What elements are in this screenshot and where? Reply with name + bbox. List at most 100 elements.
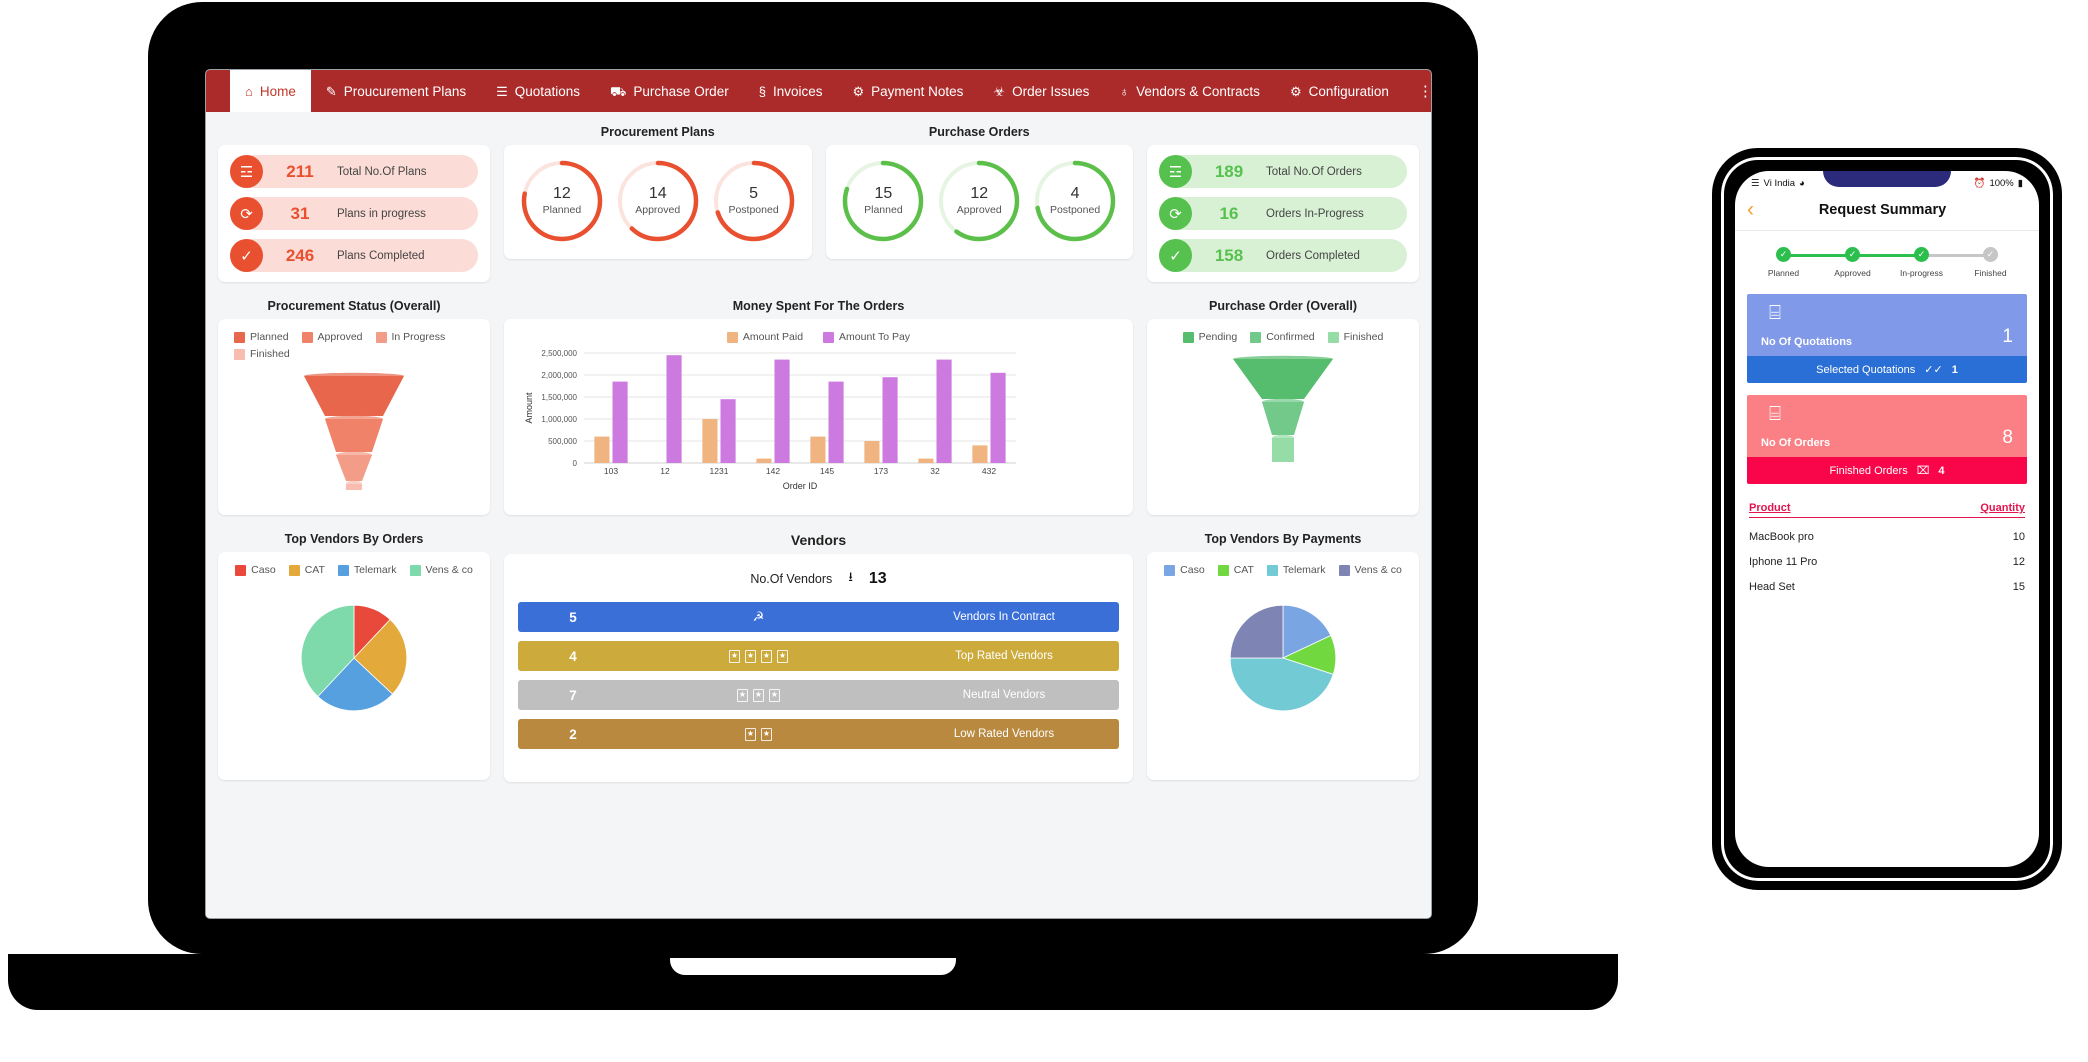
star-rating-icons: ★ ★ ★ ★ (628, 649, 889, 663)
vendor-row[interactable]: 4 ★ ★ ★ ★ Top Rated Vendors (518, 641, 1119, 671)
legend-label: CAT (1233, 564, 1254, 576)
product-row: MacBook pro 10 (1749, 518, 2025, 543)
legend-entry: In Progress (375, 331, 446, 343)
phone-screen: ☰ Vi India ◕ ⏰ 100% ▮ ‹ Request Summary … (1735, 171, 2039, 867)
vendor-row-count: 4 (569, 648, 577, 664)
order-box-icon: ⌸ (1769, 403, 1781, 425)
kpi-label: Plans in progress (337, 207, 426, 220)
down-arrow-icon: ⭳ (848, 569, 853, 584)
gear-icon: ⚙ (1289, 83, 1302, 99)
nav-item-vendors-contracts[interactable]: ♁ Vendors & Contracts (1104, 70, 1275, 112)
legend-swatch (301, 331, 313, 343)
y-axis-tick: 1,000,000 (541, 415, 577, 424)
kpi-row: ✓ 246 Plans Completed (230, 239, 478, 272)
legend-swatch (823, 331, 835, 343)
summary-card-bottom-value: 4 (1938, 464, 1945, 477)
vendor-row-label: Neutral Vendors (962, 689, 1046, 701)
money-spent-column: Money Spent For The Orders Amount Paid Am… (504, 292, 1133, 515)
phone-carrier-area: ☰ Vi India ◕ (1751, 178, 1805, 189)
legend-label: Telemark (353, 564, 397, 576)
vendors-count-label: No.Of Vendors (750, 572, 833, 586)
legend-swatch (726, 331, 738, 343)
top-vendors-payments-title: Top Vendors By Payments (1204, 532, 1362, 546)
legend-entry: Amount To Pay (823, 331, 910, 343)
legend-swatch (1217, 564, 1229, 576)
nav-item-purchase-order[interactable]: ⛟ Purchase Order (595, 70, 744, 112)
legend-entry: Telemark (337, 564, 397, 576)
kpi-row: ⟳ 16 Orders In-Progress (1159, 197, 1407, 230)
bar (774, 359, 790, 463)
nav-item-label: Quotations (514, 83, 581, 99)
vendor-row[interactable]: 2 ★ ★ Low Rated Vendors (518, 719, 1119, 749)
orders-kpi-column: ☲ 189 Total No.Of Orders ⟳ 16 Orders In-Progr… (1147, 118, 1419, 282)
vendor-row-label: Top Rated Vendors (955, 650, 1053, 662)
nav-item-label: Payment Notes (871, 83, 964, 99)
summary-card[interactable]: ⌸ No Of Orders 8 Finished Orders ⌧ 4 (1747, 395, 2027, 484)
legend-entry: Confirmed (1250, 331, 1315, 343)
orders-kpi-spacer (1147, 118, 1419, 145)
stepper-step: ✓ Finished (1956, 247, 2025, 278)
phone-page-title: Request Summary (1818, 201, 1947, 218)
bar (702, 419, 718, 463)
legend-label: Vens & co (1354, 564, 1402, 576)
vendors-count-value: 13 (868, 570, 887, 587)
procurement-status-legend: Planned Approved In Progress Finished (228, 329, 480, 360)
ring-approved: 12 Approved (937, 159, 1021, 243)
kpi-row: ☲ 211 Total No.Of Plans (230, 155, 478, 188)
money-spent-legend: Amount Paid Amount To Pay (516, 327, 1121, 345)
bar (990, 372, 1006, 463)
summary-card-top: ⌸ No Of Orders 8 (1747, 395, 2027, 457)
legend-label: Amount Paid (742, 331, 804, 343)
nav-item-invoices[interactable]: § Invoices (744, 70, 838, 112)
legend-label: CAT (304, 564, 325, 576)
summary-card-bottom[interactable]: Finished Orders ⌧ 4 (1747, 457, 2027, 484)
dashboard-row-charts: Procurement Status (Overall) Planned Appr… (218, 292, 1419, 515)
kpi-value: 16 (1219, 203, 1239, 223)
top-vendors-orders-title: Top Vendors By Orders (284, 532, 424, 546)
legend-label: Planned (250, 331, 289, 343)
top-vendors-payments-card: Caso CAT Telemark Vens & co (1147, 552, 1419, 780)
legend-swatch (1266, 564, 1278, 576)
bar (594, 436, 610, 463)
legend-label: Caso (251, 564, 276, 576)
legend-label: Approved (317, 331, 363, 343)
x-axis-tick: 432 (982, 466, 996, 476)
x-axis-tick: 142 (766, 466, 780, 476)
y-axis-label: Amount (524, 392, 534, 424)
summary-card-bottom-label: Finished Orders (1829, 464, 1908, 477)
nav-item-payment-notes[interactable]: ⚙ Payment Notes (837, 70, 978, 112)
vendor-row[interactable]: 7 ★ ★ ★ Neutral Vendors (518, 680, 1119, 710)
legend-label: In Progress (391, 331, 446, 343)
top-vendors-orders-column: Top Vendors By Orders Caso CAT Telemark Ven… (218, 525, 490, 782)
ring-progress-arc (1034, 160, 1116, 242)
purchase-orders-column: Purchase Orders 15 Planned 12 Approved 4 Post… (825, 118, 1133, 282)
stepper-label: In-progress (1900, 268, 1943, 278)
summary-card[interactable]: ⌸ No Of Quotations 1 Selected Quotations ✓✓ 1 (1747, 294, 2027, 383)
stepper-label: Finished (1974, 268, 2007, 278)
product-name: Head Set (1749, 581, 1795, 593)
legend-swatch (1182, 331, 1194, 343)
star-icon: ★ (753, 688, 764, 702)
bar (882, 377, 898, 463)
summary-card-bottom[interactable]: Selected Quotations ✓✓ 1 (1747, 356, 2027, 383)
purchase-order-overall-funnel-chart (1233, 355, 1333, 462)
money-spent-card: Amount Paid Amount To Pay 0 500,000 1,000,0… (504, 319, 1133, 515)
nav-item-quotations[interactable]: ☰ Quotations (481, 70, 595, 112)
nav-overflow-kebab-icon[interactable]: ⋮ (1404, 70, 1431, 112)
tag-x-icon: ⌧ (1916, 465, 1930, 477)
vendor-row[interactable]: 5 ☭ Vendors In Contract (518, 602, 1119, 632)
stepper-label: Approved (1834, 268, 1871, 278)
product-name: Iphone 11 Pro (1749, 556, 1818, 568)
procurement-plans-rings-card: 12 Planned 14 Approved 5 Postponed (504, 145, 812, 259)
nav-item-proucurement-plans[interactable]: ✎ Proucurement Plans (311, 70, 481, 112)
nav-item-order-issues[interactable]: ☣ Order Issues (978, 70, 1104, 112)
product-quantity: 15 (2012, 581, 2025, 593)
nav-item-configuration[interactable]: ⚙ Configuration (1275, 70, 1404, 112)
orders-kpi-card: ☲ 189 Total No.Of Orders ⟳ 16 Orders In-Progr… (1147, 145, 1419, 282)
stepper-check-icon: ✓ (1776, 247, 1791, 262)
procurement-status-funnel-chart (304, 372, 404, 490)
ring-approved: 14 Approved (616, 159, 700, 243)
nav-item-home[interactable]: ⌂ Home (230, 70, 311, 112)
money-spent-bar-chart: 0 500,000 1,000,000 1,500,000 2,000,000 2,500… (524, 349, 1016, 491)
product-table-rows: MacBook pro 10 Iphone 11 Pro 12 Head Set 15 (1749, 518, 2025, 593)
